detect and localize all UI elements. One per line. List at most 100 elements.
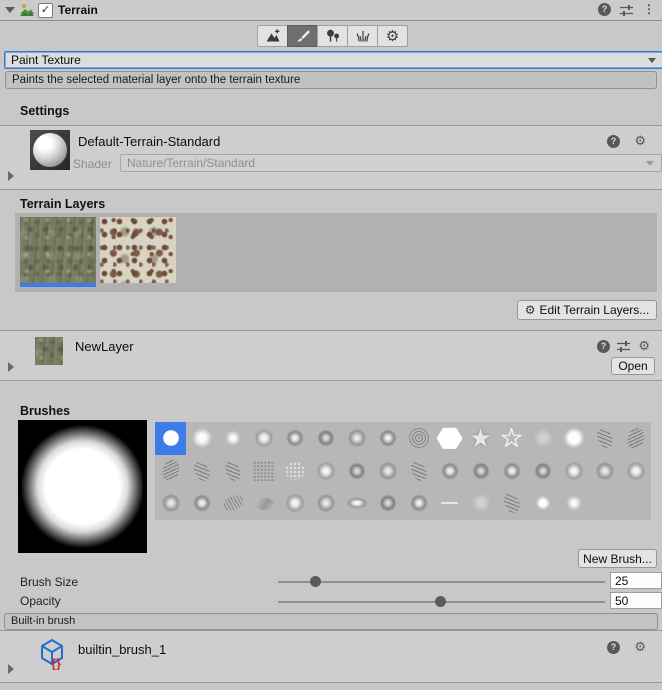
enable-checkbox[interactable]: ✓: [38, 3, 53, 18]
kebab-menu-icon[interactable]: ⋮: [643, 2, 655, 17]
brush-thumbnail[interactable]: [403, 455, 434, 488]
help-icon[interactable]: ?: [607, 135, 620, 148]
brush-thumbnail[interactable]: [527, 422, 558, 455]
edit-terrain-layers-button[interactable]: ⚙ Edit Terrain Layers...: [517, 300, 657, 320]
gear-icon[interactable]: ⚙: [638, 339, 650, 352]
brush-thumbnail[interactable]: [403, 422, 434, 455]
brush-thumbnail[interactable]: [558, 455, 589, 488]
tool-button-terrain-settings[interactable]: ⚙: [377, 25, 408, 47]
brush-thumbnail[interactable]: [341, 422, 372, 455]
brush-shape-blob2: [371, 455, 403, 487]
brush-thumbnail[interactable]: [279, 487, 310, 520]
tool-button-paint-details[interactable]: [347, 25, 378, 47]
foldout-collapsed-icon[interactable]: [8, 171, 14, 181]
brush-thumbnail[interactable]: ★: [465, 422, 496, 455]
brush-shape-blob2: [340, 422, 372, 454]
brush-thumbnail[interactable]: [465, 487, 496, 520]
brush-size-field[interactable]: [610, 572, 662, 589]
tool-button-paint-trees[interactable]: [317, 25, 348, 47]
brush-shape-blob: [621, 456, 650, 485]
terrain-component-icon: [19, 2, 35, 18]
brush-thumbnail[interactable]: [155, 455, 186, 488]
brush-thumbnail[interactable]: [341, 487, 372, 520]
open-button[interactable]: Open: [611, 357, 655, 375]
brush-thumbnail[interactable]: [434, 455, 465, 488]
brush-thumbnail[interactable]: [248, 455, 279, 488]
help-icon[interactable]: ?: [597, 340, 610, 353]
brush-thumbnail[interactable]: [248, 487, 279, 520]
foldout-collapsed-icon[interactable]: [8, 362, 14, 372]
brush-shape-twig: [502, 492, 521, 515]
new-brush-button[interactable]: New Brush...: [578, 549, 657, 568]
help-icon[interactable]: ?: [607, 641, 620, 654]
material-preview-thumbnail[interactable]: [30, 130, 70, 170]
gear-icon[interactable]: ⚙: [634, 134, 646, 147]
brush-thumbnail[interactable]: [558, 487, 589, 520]
brush-thumbnail[interactable]: [496, 487, 527, 520]
brush-thumbnail[interactable]: ☆: [496, 422, 527, 455]
brush-preview: [18, 420, 147, 553]
brush-shape-blob: [559, 456, 588, 485]
brush-shape-blob2: [309, 487, 341, 519]
layer-texture-thumbnail[interactable]: [35, 337, 63, 365]
help-icon[interactable]: ?: [598, 3, 611, 16]
brush-thumbnail[interactable]: [186, 422, 217, 455]
opacity-slider-handle[interactable]: [435, 596, 446, 607]
terrain-toolbar: ⚙: [257, 25, 408, 47]
brush-thumbnail[interactable]: [341, 455, 372, 488]
brush-shape-splat2: [340, 454, 373, 487]
paint-mode-dropdown[interactable]: Paint Texture: [4, 51, 662, 69]
brush-shape-bright: [562, 426, 586, 450]
terrain-layer-palette: [15, 213, 657, 292]
brush-thumbnail[interactable]: [589, 455, 620, 488]
terrain-layer-thumbnail[interactable]: [100, 217, 176, 283]
brush-thumbnail[interactable]: [372, 455, 403, 488]
component-header: ✓ Terrain ? ⋮: [0, 0, 662, 21]
brush-thumbnail[interactable]: [279, 455, 310, 488]
brush-thumbnail[interactable]: [155, 487, 186, 520]
opacity-field[interactable]: [610, 592, 662, 609]
brush-thumbnail[interactable]: [527, 455, 558, 488]
component-title: Terrain: [58, 3, 98, 17]
brush-shape-splat: [280, 424, 309, 453]
brush-thumbnail[interactable]: [589, 422, 620, 455]
brush-thumbnail[interactable]: [434, 487, 465, 520]
brush-shape-staro: ☆: [500, 426, 524, 450]
brush-thumbnail[interactable]: [279, 422, 310, 455]
brush-thumbnail[interactable]: [186, 455, 217, 488]
brush-thumbnail[interactable]: [310, 487, 341, 520]
brush-thumbnail[interactable]: [186, 487, 217, 520]
brush-thumbnail[interactable]: [620, 455, 651, 488]
brush-thumbnail[interactable]: [217, 487, 248, 520]
presets-icon[interactable]: [616, 340, 631, 353]
brush-shape-softsm: [562, 491, 586, 515]
gear-icon[interactable]: ⚙: [634, 640, 646, 653]
brush-thumbnail[interactable]: [434, 422, 465, 455]
brush-size-slider-handle[interactable]: [310, 576, 321, 587]
brush-shape-hex: [437, 427, 463, 450]
brush-thumbnail[interactable]: [527, 487, 558, 520]
brush-thumbnail[interactable]: [217, 455, 248, 488]
tool-button-paint-terrain[interactable]: [287, 25, 318, 47]
material-name: Default-Terrain-Standard: [78, 134, 220, 149]
foldout-expanded-icon[interactable]: [5, 7, 15, 13]
brush-thumbnail[interactable]: [372, 422, 403, 455]
foldout-collapsed-icon[interactable]: [8, 664, 14, 674]
presets-icon[interactable]: [619, 4, 634, 17]
tool-button-create-neighbor-terrains[interactable]: [257, 25, 288, 47]
brush-thumbnail[interactable]: [155, 422, 186, 455]
brush-shape-twig: [223, 459, 242, 482]
brush-size-slider[interactable]: [278, 581, 605, 583]
opacity-slider[interactable]: [278, 601, 605, 603]
brush-thumbnail[interactable]: [620, 422, 651, 455]
brush-thumbnail[interactable]: [465, 455, 496, 488]
brush-thumbnail[interactable]: [496, 455, 527, 488]
brush-thumbnail[interactable]: [310, 422, 341, 455]
brush-thumbnail[interactable]: [217, 422, 248, 455]
brush-thumbnail[interactable]: [558, 422, 589, 455]
brush-thumbnail[interactable]: [372, 487, 403, 520]
brush-thumbnail[interactable]: [248, 422, 279, 455]
terrain-layer-thumbnail-selected[interactable]: [20, 217, 96, 283]
brush-thumbnail[interactable]: [403, 487, 434, 520]
brush-thumbnail[interactable]: [310, 455, 341, 488]
